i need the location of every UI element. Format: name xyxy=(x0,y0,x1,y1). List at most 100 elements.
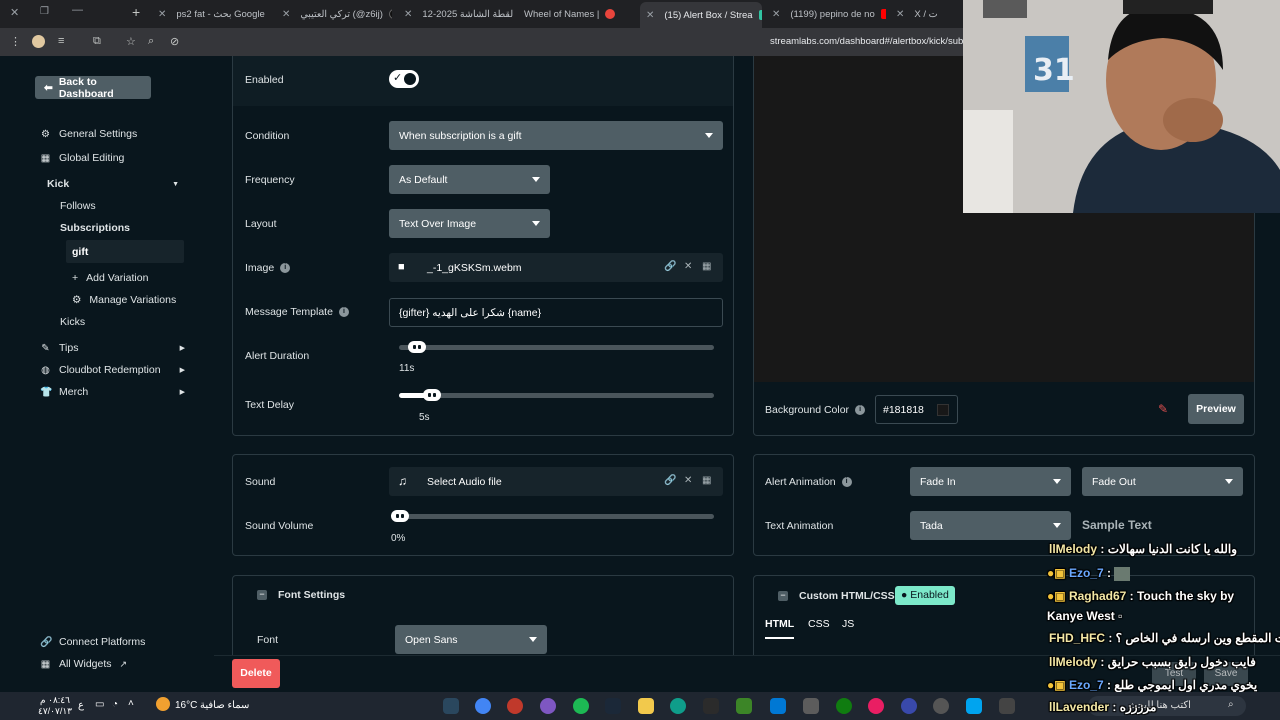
extensions-icon[interactable]: ⧉ xyxy=(93,35,101,48)
calculator-icon[interactable] xyxy=(803,698,819,714)
manage-variations-link[interactable]: ⚙ Manage Variations xyxy=(72,294,176,306)
address-bar[interactable]: streamlabs.com/dashboard#/alertbox/kick/… xyxy=(770,36,963,47)
minecraft-icon[interactable] xyxy=(736,698,752,714)
window-minimize-icon[interactable]: — xyxy=(72,4,83,16)
app-icon[interactable] xyxy=(540,698,556,714)
info-icon[interactable]: i xyxy=(841,477,852,488)
sidebar-item-gift[interactable]: gift xyxy=(66,240,184,263)
condition-select[interactable]: When subscription is a gift xyxy=(389,121,723,150)
browser-tab[interactable]: ✕ لقطة الشاشة 2025-12 xyxy=(398,4,514,24)
window-close-icon[interactable]: ✕ xyxy=(10,6,19,19)
task-view-icon[interactable] xyxy=(999,698,1015,714)
close-icon[interactable]: ✕ xyxy=(772,9,780,20)
monitor-icon[interactable]: ▭ xyxy=(95,699,104,710)
link-icon[interactable]: 🔗 xyxy=(664,261,676,272)
app2-icon[interactable] xyxy=(868,698,884,714)
alert-out-select[interactable]: Fade Out xyxy=(1082,467,1243,496)
font-select[interactable]: Open Sans xyxy=(395,625,547,654)
preview-button[interactable]: Preview xyxy=(1188,394,1244,424)
connect-platforms-link[interactable]: 🔗 Connect Platforms xyxy=(40,636,185,648)
chevron-up-icon[interactable]: ˄ xyxy=(128,698,134,709)
sidebar-item-follows[interactable]: Follows xyxy=(60,200,96,212)
back-to-dashboard-button[interactable]: ⬅ Back to Dashboard xyxy=(35,76,151,100)
image-file-picker[interactable]: ■ _-1_gKSKSm.webm 🔗 ✕ ▦ xyxy=(389,253,723,282)
spotify-icon[interactable] xyxy=(573,698,589,714)
chrome-icon[interactable] xyxy=(475,698,491,714)
sidebar-item-cloudbot[interactable]: ◍ Cloudbot Redemption ▶ xyxy=(40,364,185,376)
close-icon[interactable]: ✕ xyxy=(646,10,654,21)
weather-temp[interactable]: 16°C xyxy=(175,700,197,711)
language-indicator[interactable]: ع xyxy=(78,700,84,711)
alert-in-select[interactable]: Fade In xyxy=(910,467,1071,496)
zoom-icon[interactable]: ⌕ xyxy=(148,35,154,48)
enabled-toggle[interactable]: ✓ xyxy=(389,70,419,88)
add-variation-link[interactable]: + Add Variation xyxy=(72,272,148,284)
info-icon[interactable]: i xyxy=(338,307,349,318)
text-delay-slider[interactable] xyxy=(399,389,714,401)
layout-select[interactable]: Text Over Image xyxy=(389,209,550,238)
tab-html[interactable]: HTML xyxy=(765,618,795,639)
remove-icon[interactable]: ✕ xyxy=(684,475,692,486)
bookmark-star-icon[interactable]: ☆ xyxy=(126,35,136,48)
new-tab-icon[interactable]: + xyxy=(132,4,140,20)
reading-list-icon[interactable]: ≡ xyxy=(58,35,64,47)
info-icon[interactable]: i xyxy=(280,263,291,274)
eye-off-icon[interactable]: ⊘ xyxy=(170,35,179,48)
browser-tab[interactable]: ✕ تركي العتيبي (@z6ij) xyxy=(276,4,392,24)
settings-icon[interactable] xyxy=(933,698,949,714)
profile-avatar-icon[interactable] xyxy=(32,35,45,48)
browser-tab[interactable]: Wheel of Names | xyxy=(518,4,636,24)
browser-tab[interactable]: ✕ (1199) pepino de no xyxy=(766,4,886,24)
collapse-icon[interactable]: − xyxy=(257,590,267,600)
message-template-input[interactable]: {gifter} شكرا على الهديه {name} xyxy=(389,298,723,327)
sidebar-item-subscriptions[interactable]: Subscriptions xyxy=(60,222,130,234)
collapse-icon[interactable]: − xyxy=(778,591,788,601)
browser-tab-active[interactable]: ✕ (15) Alert Box / Strea xyxy=(640,2,762,28)
delete-button[interactable]: Delete xyxy=(232,659,280,688)
enabled-badge[interactable]: ● Enabled xyxy=(895,586,955,605)
obs-icon[interactable] xyxy=(507,698,523,714)
slider-handle[interactable] xyxy=(423,389,441,401)
remove-icon[interactable]: ✕ xyxy=(684,261,692,272)
all-widgets-link[interactable]: ▦ All Widgets ↗ xyxy=(40,658,185,670)
browser-tab[interactable]: ✕ X / ت xyxy=(890,4,964,24)
window-restore-icon[interactable]: ❐ xyxy=(40,6,49,17)
sidebar-item-general-settings[interactable]: ⚙ General Settings xyxy=(40,128,185,140)
tab-js[interactable]: JS xyxy=(842,618,854,630)
gallery-grid-icon[interactable]: ▦ xyxy=(702,261,711,272)
alert-duration-slider[interactable] xyxy=(399,341,714,353)
tab-css[interactable]: CSS xyxy=(808,618,830,630)
sound-file-picker[interactable]: ♫ Select Audio file 🔗 ✕ ▦ xyxy=(389,467,723,496)
text-animation-select[interactable]: Tada xyxy=(910,511,1071,540)
frequency-select[interactable]: As Default xyxy=(389,165,550,194)
menu-dots-icon[interactable]: ⋮ xyxy=(10,35,21,48)
slider-handle[interactable] xyxy=(408,341,426,353)
capcut-icon[interactable] xyxy=(703,698,719,714)
sidebar-item-kick[interactable]: Kick ▼ xyxy=(47,178,179,190)
gallery-grid-icon[interactable]: ▦ xyxy=(702,475,711,486)
windows-copilot-icon[interactable] xyxy=(966,698,982,714)
store-icon[interactable] xyxy=(770,698,786,714)
edge-icon[interactable] xyxy=(670,698,686,714)
file-explorer-icon[interactable] xyxy=(638,698,654,714)
clock[interactable]: ٠٨:٤٦ م ٤٧/٠٧/١٣ xyxy=(38,695,72,717)
weather-text[interactable]: سماء صافية xyxy=(200,700,249,711)
sidebar-item-global-editing[interactable]: ▦ Global Editing xyxy=(40,152,185,164)
sound-volume-slider[interactable] xyxy=(391,510,714,522)
sidebar-item-tips[interactable]: ✎ Tips ▶ xyxy=(40,342,185,354)
app3-icon[interactable] xyxy=(901,698,917,714)
wifi-icon[interactable]: ◔ xyxy=(112,699,118,710)
xbox-icon[interactable] xyxy=(836,698,852,714)
close-icon[interactable]: ✕ xyxy=(282,9,290,20)
close-icon[interactable]: ✕ xyxy=(896,9,904,20)
background-color-input[interactable]: #181818 xyxy=(875,395,958,424)
browser-tab[interactable]: ✕ ps2 fat - بحث Google xyxy=(152,4,270,24)
steam-app-icon[interactable] xyxy=(605,698,621,714)
sidebar-item-merch[interactable]: 👕 Merch ▶ xyxy=(40,386,185,398)
close-icon[interactable]: ✕ xyxy=(158,9,166,20)
link-icon[interactable]: 🔗 xyxy=(664,475,676,486)
sidebar-item-kicks[interactable]: Kicks xyxy=(60,316,85,328)
eyedropper-off-icon[interactable]: ✎ xyxy=(1158,402,1168,416)
close-icon[interactable]: ✕ xyxy=(404,9,412,20)
steam-icon[interactable] xyxy=(443,698,459,714)
